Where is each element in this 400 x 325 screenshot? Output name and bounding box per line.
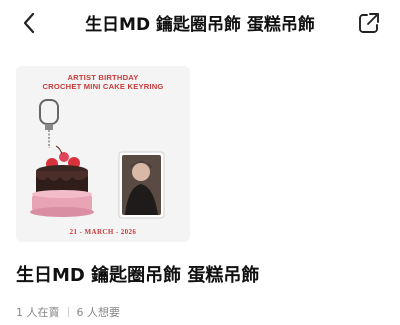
product-image[interactable]: ARTIST BIRTHDAY CROCHET MINI CAKE KEYRIN… [16,66,190,242]
chevron-left-icon [23,12,35,34]
wanting-count: 6 人想要 [76,306,121,319]
keyring-cake-illustration [30,99,165,219]
image-date: 21 - MARCH - 2026 [69,228,137,236]
product-title: 生日MD 鑰匙圈吊飾 蛋糕吊飾 [16,265,260,286]
back-button[interactable] [14,8,44,38]
divider [67,307,69,317]
selling-count: 1 人在賣 [16,306,60,319]
share-button[interactable] [354,8,384,38]
top-bar: 生日MD 鑰匙圈吊飾 蛋糕吊飾 [0,0,400,44]
product-stats: 1 人在賣 6 人想要 [16,304,120,320]
page-title: 生日MD 鑰匙圈吊飾 蛋糕吊飾 [85,15,315,35]
share-arrow-icon [359,13,379,33]
